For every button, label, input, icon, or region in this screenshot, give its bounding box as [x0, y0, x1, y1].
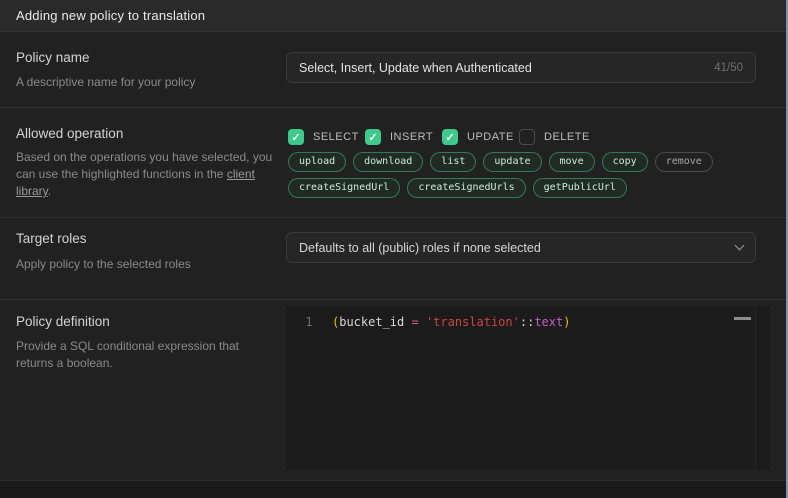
policy-name-value: Select, Insert, Update when Authenticate… — [299, 61, 706, 75]
function-pill-row-1: upload download list update move copy re… — [288, 152, 772, 172]
sql-code-editor[interactable]: 1 (bucket_id = 'translation'::text) — [286, 306, 770, 470]
minimap-slider[interactable] — [734, 317, 751, 320]
pill-move: move — [549, 152, 595, 172]
character-counter: 41/50 — [714, 62, 743, 74]
panel-title: Adding new policy to translation — [16, 8, 205, 23]
editor-minimap — [755, 306, 770, 470]
panel-header: Adding new policy to translation — [0, 0, 788, 32]
pill-create-signed-url: createSignedUrl — [288, 178, 400, 198]
checkbox-icon: ✓ — [288, 129, 304, 145]
section-policy-definition: Policy definition Provide a SQL conditio… — [0, 301, 788, 480]
policy-definition-description: Provide a SQL conditional expression tha… — [16, 338, 252, 372]
checkbox-update[interactable]: ✓ UPDATE — [442, 129, 519, 145]
checkbox-select[interactable]: ✓ SELECT — [288, 129, 365, 145]
add-policy-panel: Adding new policy to translation Policy … — [0, 0, 788, 498]
pill-copy: copy — [602, 152, 648, 172]
pill-upload: upload — [288, 152, 346, 172]
line-number: 1 — [286, 313, 332, 331]
section-allowed-operation: Allowed operation Based on the operation… — [0, 109, 788, 218]
operation-checkbox-group: ✓ SELECT ✓ INSERT ✓ UPDATE ✓ DELETE — [288, 129, 772, 145]
allowed-operation-description: Based on the operations you have selecte… — [16, 149, 274, 200]
code-line: 1 (bucket_id = 'translation'::text) — [286, 313, 750, 331]
panel-footer — [0, 480, 788, 498]
pill-list: list — [430, 152, 476, 172]
pill-create-signed-urls: createSignedUrls — [407, 178, 525, 198]
checkbox-icon: ✓ — [519, 129, 535, 145]
code-content: (bucket_id = 'translation'::text) — [332, 313, 570, 331]
checkbox-icon: ✓ — [442, 129, 458, 145]
policy-name-label: Policy name — [16, 50, 286, 65]
checkbox-delete[interactable]: ✓ DELETE — [519, 129, 596, 145]
section-target-roles: Target roles Apply policy to the selecte… — [0, 219, 788, 300]
policy-name-description: A descriptive name for your policy — [16, 74, 274, 91]
checkbox-icon: ✓ — [365, 129, 381, 145]
pill-remove: remove — [655, 152, 713, 172]
target-roles-selected-value: Defaults to all (public) roles if none s… — [299, 241, 736, 255]
function-pill-row-2: createSignedUrl createSignedUrls getPubl… — [288, 178, 772, 198]
policy-name-input[interactable]: Select, Insert, Update when Authenticate… — [286, 52, 756, 83]
checkbox-label: UPDATE — [467, 131, 514, 143]
description-text-end: . — [48, 184, 51, 198]
pill-get-public-url: getPublicUrl — [533, 178, 627, 198]
allowed-operation-label: Allowed operation — [16, 126, 286, 141]
checkbox-label: SELECT — [313, 131, 359, 143]
pill-download: download — [353, 152, 423, 172]
checkbox-label: INSERT — [390, 131, 433, 143]
section-policy-name: Policy name A descriptive name for your … — [0, 33, 788, 108]
chevron-down-icon — [735, 241, 745, 251]
pill-update: update — [483, 152, 541, 172]
policy-definition-label: Policy definition — [16, 314, 286, 329]
checkbox-insert[interactable]: ✓ INSERT — [365, 129, 442, 145]
checkbox-label: DELETE — [544, 131, 590, 143]
target-roles-select[interactable]: Defaults to all (public) roles if none s… — [286, 232, 756, 263]
target-roles-label: Target roles — [16, 231, 286, 246]
target-roles-description: Apply policy to the selected roles — [16, 256, 274, 273]
